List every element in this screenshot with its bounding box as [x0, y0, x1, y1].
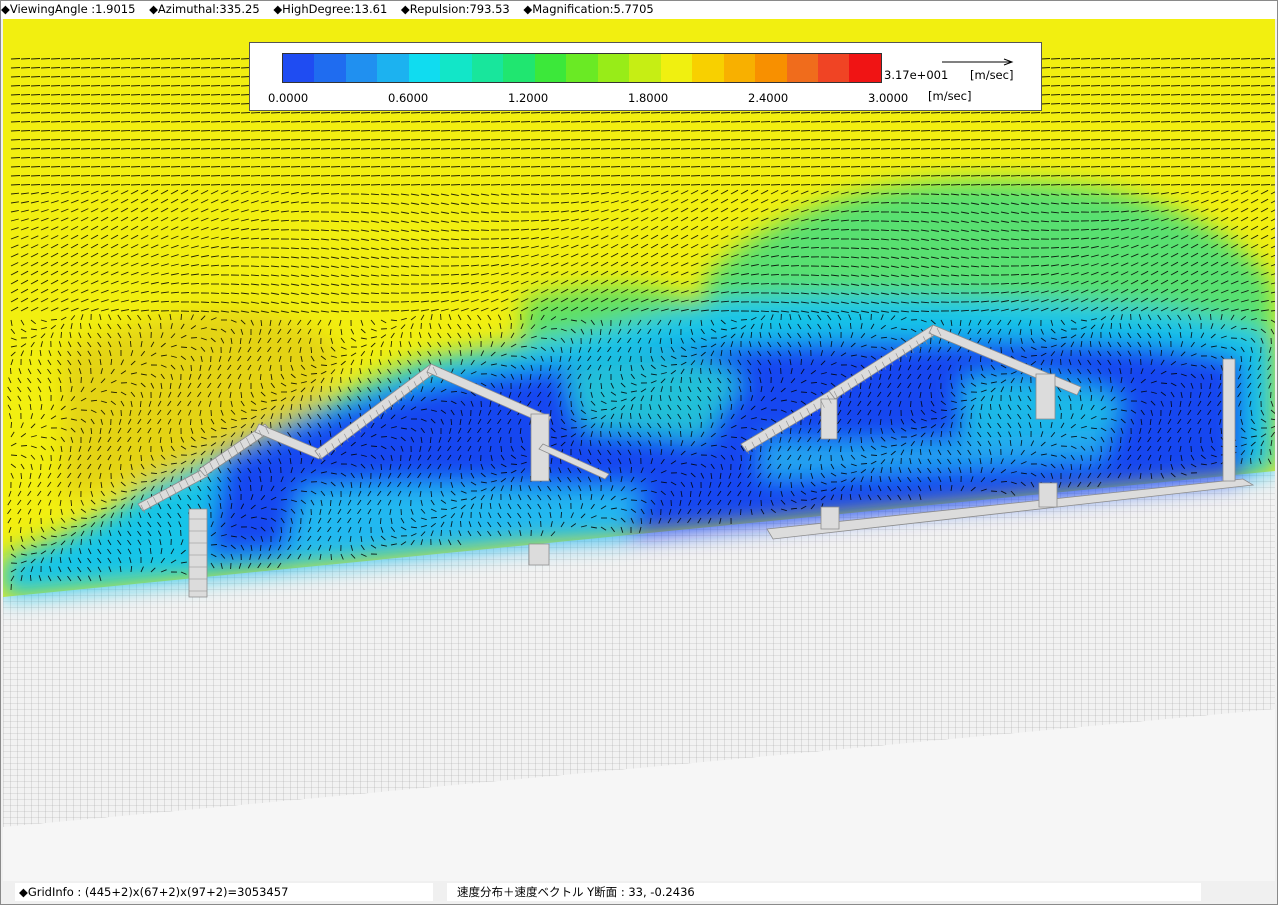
color-scale-swatch	[755, 54, 787, 82]
color-scale-swatch	[314, 54, 346, 82]
viewing-angle-readout: ◆ViewingAngle :1.9015	[1, 2, 136, 16]
color-scale-legend: 0.0000 0.6000 1.2000 1.8000 2.4000 3.000…	[249, 42, 1042, 111]
magnification-readout: ◆Magnification:5.7705	[523, 2, 654, 16]
grid-info-panel: ◆GridInfo : (445+2)x(67+2)x(97+2)=305345…	[15, 883, 433, 901]
color-scale-swatch	[660, 54, 693, 82]
scale-tick-2: 1.2000	[508, 91, 549, 105]
color-scale-swatch	[566, 54, 598, 82]
reference-vector-arrow	[942, 58, 1014, 66]
color-scale-swatch	[723, 54, 756, 82]
scale-tick-1: 0.6000	[388, 91, 429, 105]
scale-tick-0: 0.0000	[268, 91, 309, 105]
color-scale-swatch	[440, 54, 472, 82]
color-scale-swatch	[692, 54, 724, 82]
repulsion-readout: ◆Repulsion:793.53	[400, 2, 510, 16]
scale-tick-3: 1.8000	[628, 91, 669, 105]
color-scale-swatch	[345, 54, 378, 82]
high-degree-readout: ◆HighDegree:13.61	[273, 2, 388, 16]
vector-unit-label: [m/sec]	[970, 68, 1014, 82]
color-scale-swatch	[534, 54, 567, 82]
color-scale-bar	[282, 53, 882, 83]
color-scale-swatch	[597, 54, 630, 82]
view-parameters-bar: ◆ViewingAngle :1.9015 ◆Azimuthal:335.25 …	[1, 1, 1277, 19]
scale-unit-label: [m/sec]	[928, 89, 972, 103]
color-scale-swatch	[377, 54, 409, 82]
color-scale-swatch	[408, 54, 441, 82]
color-scale-swatch	[283, 54, 315, 82]
scale-tick-4: 2.4000	[748, 91, 789, 105]
scale-tick-5: 3.0000	[868, 91, 909, 105]
simulation-window: ◆ViewingAngle :1.9015 ◆Azimuthal:335.25 …	[0, 0, 1278, 905]
3d-flow-viewport[interactable]: 0.0000 0.6000 1.2000 1.8000 2.4000 3.000…	[3, 19, 1275, 881]
section-info-panel: 速度分布＋速度ベクトル Y断面 : 33, -0.2436	[447, 883, 1201, 901]
color-scale-swatch	[503, 54, 535, 82]
flow-field-render	[3, 19, 1275, 881]
color-scale-swatch	[849, 54, 881, 82]
azimuthal-readout: ◆Azimuthal:335.25	[149, 2, 260, 16]
color-scale-swatch	[817, 54, 850, 82]
color-scale-swatch	[471, 54, 504, 82]
reference-vector-value: 3.17e+001	[884, 68, 949, 82]
color-scale-swatch	[786, 54, 818, 82]
color-scale-swatch	[629, 54, 661, 82]
info-status-bar: ◆GridInfo : (445+2)x(67+2)x(97+2)=305345…	[1, 882, 1277, 904]
